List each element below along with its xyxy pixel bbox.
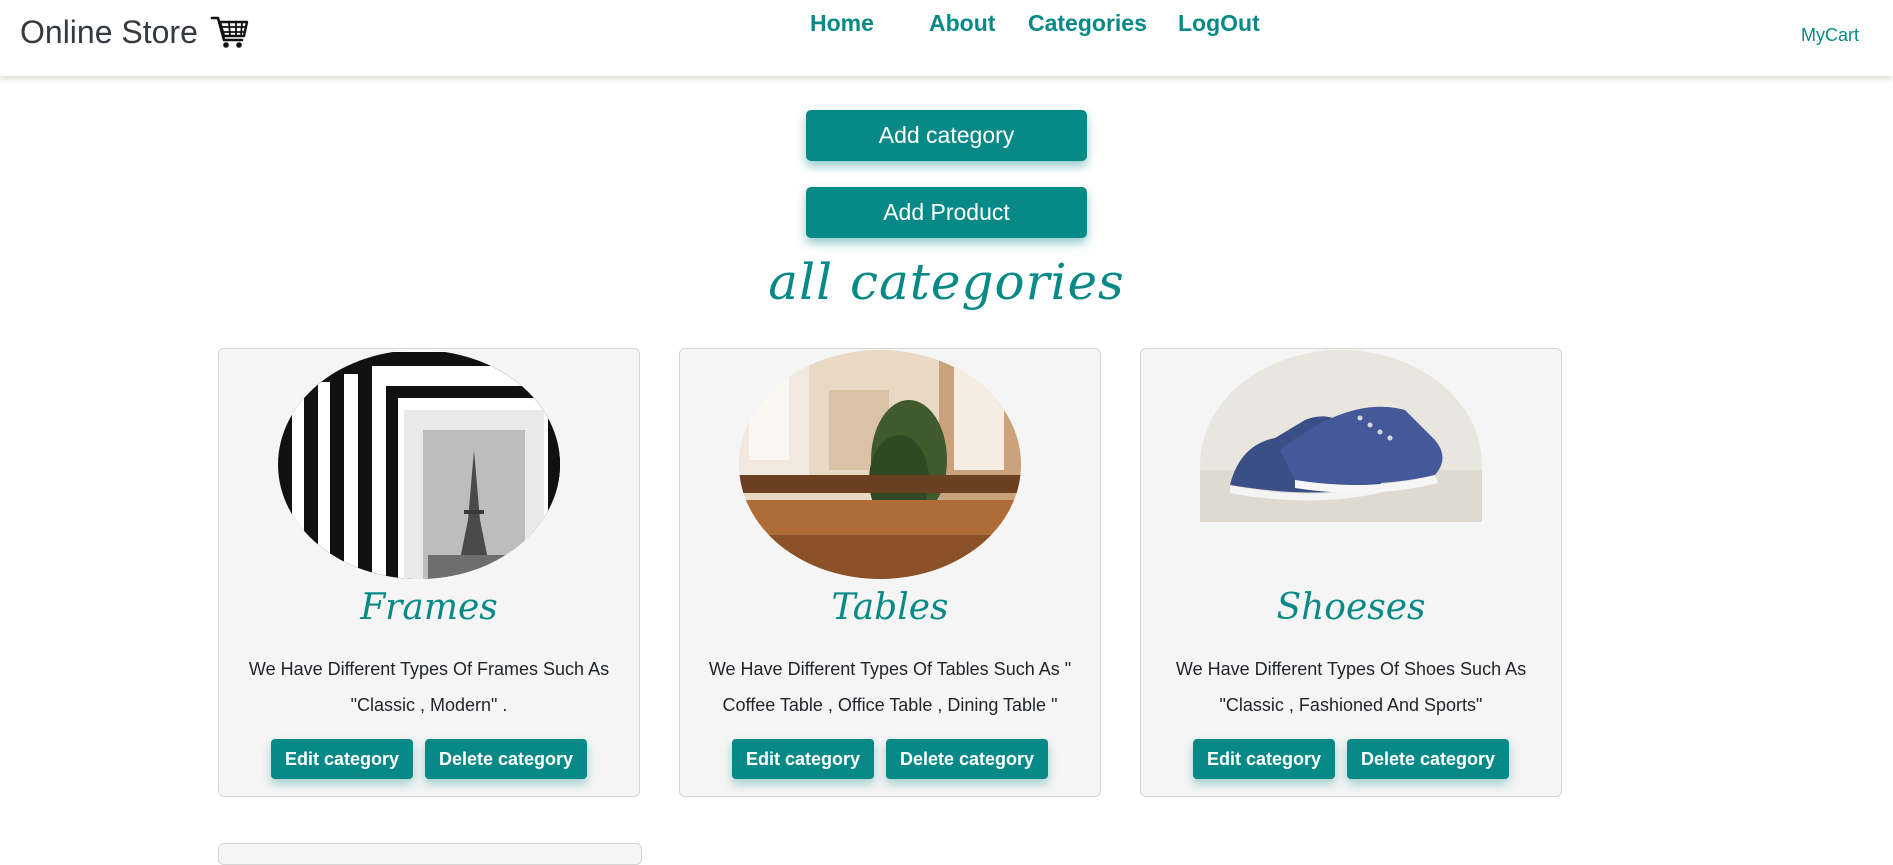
category-title: Tables: [831, 587, 949, 628]
category-card: Tables We Have Different Types Of Tables…: [679, 348, 1101, 797]
tables-image: [739, 350, 1021, 579]
shoes-image: [1200, 350, 1482, 522]
category-card-partial: [218, 843, 642, 865]
main-nav: Home About Categories LogOut: [0, 10, 1893, 50]
category-description: We Have Different Types Of Tables Such A…: [708, 659, 1072, 715]
delete-category-button[interactable]: Delete category: [1346, 739, 1510, 779]
edit-category-button[interactable]: Edit category: [1192, 739, 1335, 779]
category-title: Frames: [360, 587, 498, 628]
add-product-button[interactable]: Add Product: [806, 187, 1087, 238]
nav-categories-link[interactable]: Categories: [1028, 10, 1147, 37]
nav-about-link[interactable]: About: [929, 10, 995, 37]
category-description: We Have Different Types Of Shoes Such As…: [1175, 659, 1527, 715]
mycart-link[interactable]: MyCart: [1801, 25, 1859, 46]
category-actions: Edit category Delete category: [680, 739, 1100, 779]
delete-category-button[interactable]: Delete category: [885, 739, 1049, 779]
edit-category-button[interactable]: Edit category: [270, 739, 413, 779]
category-actions: Edit category Delete category: [219, 739, 639, 779]
frames-image: [278, 350, 560, 579]
category-description: We Have Different Types Of Frames Such A…: [248, 659, 610, 715]
delete-category-button[interactable]: Delete category: [424, 739, 588, 779]
category-actions: Edit category Delete category: [1141, 739, 1561, 779]
section-title: all categories: [768, 253, 1125, 311]
add-category-button[interactable]: Add category: [806, 110, 1087, 161]
category-card: Shoeses We Have Different Types Of Shoes…: [1140, 348, 1562, 797]
category-title: Shoeses: [1276, 587, 1426, 628]
navbar: Online Store Home About Categories LogOu…: [0, 0, 1893, 76]
nav-logout-link[interactable]: LogOut: [1178, 10, 1260, 37]
nav-home-link[interactable]: Home: [810, 10, 874, 37]
edit-category-button[interactable]: Edit category: [731, 739, 874, 779]
category-card: Frames We Have Different Types Of Frames…: [218, 348, 640, 797]
